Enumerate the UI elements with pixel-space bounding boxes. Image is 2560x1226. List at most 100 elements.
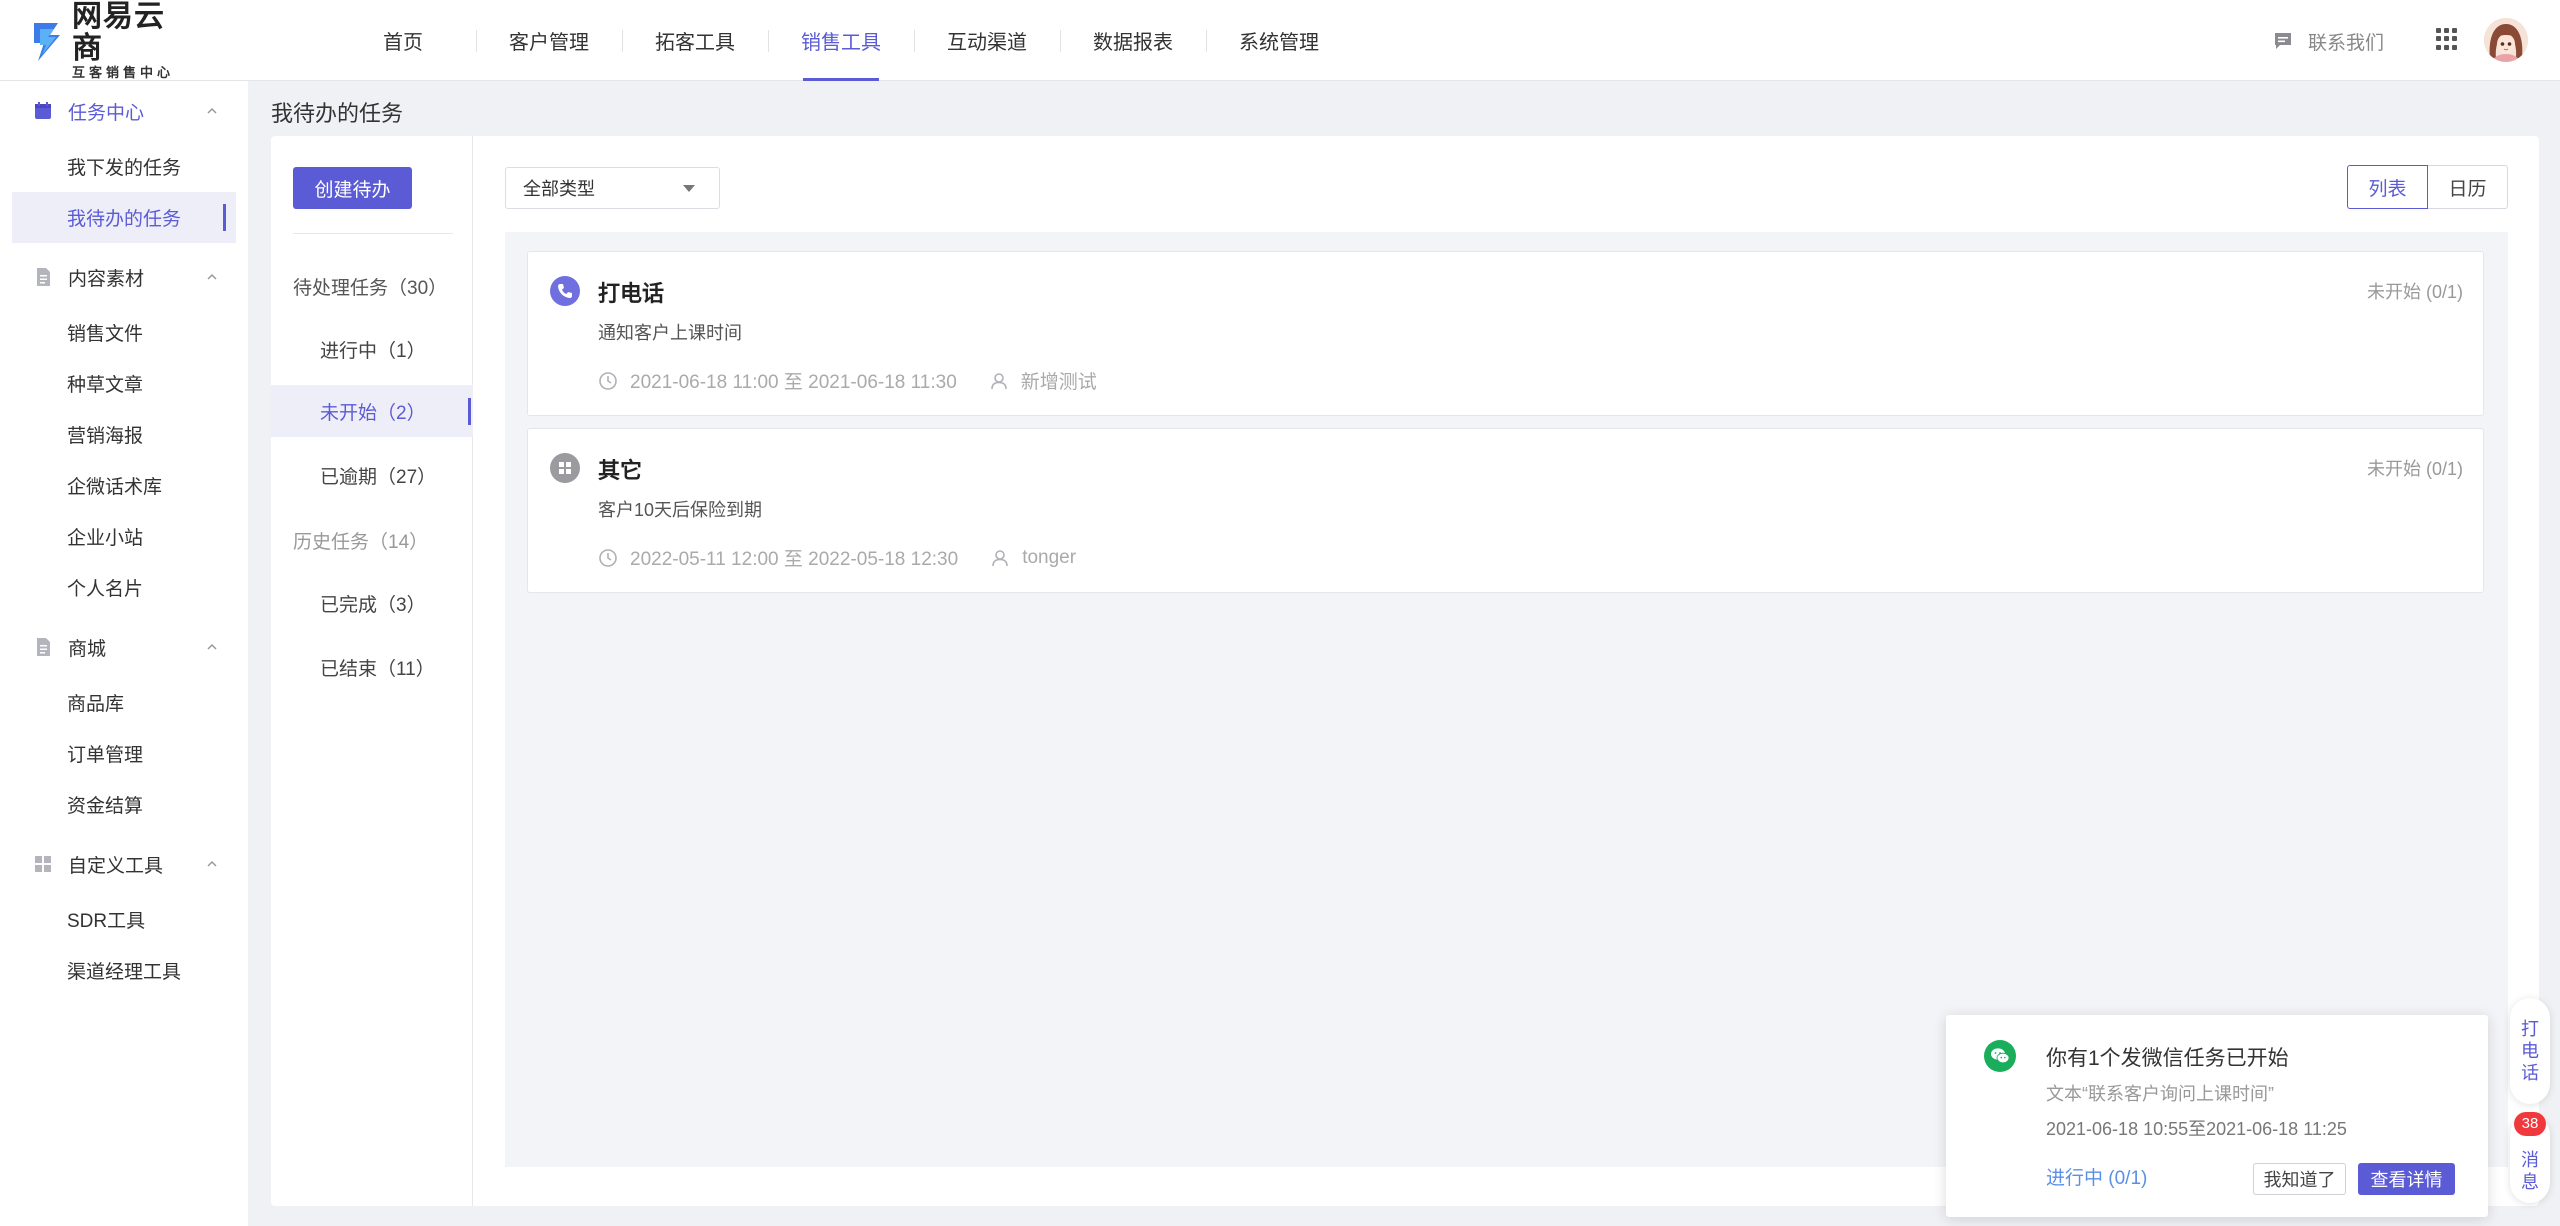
task-status: 未开始 (0/1) [2366,459,2463,479]
clock-icon [599,371,617,390]
page-title: 我待办的任务 [271,101,404,126]
sidebar-item-settlement[interactable]: 资金结算 [0,779,248,830]
nav-item-system[interactable]: 系统管理 [1206,0,1352,81]
task-type-select[interactable]: 全部类型 [505,167,720,209]
acknowledge-button[interactable]: 我知道了 [2253,1163,2346,1195]
sidebar-item-products[interactable]: 商品库 [0,677,248,728]
user-icon [992,549,1008,566]
phone-icon [550,276,580,306]
notification-title: 你有1个发微信任务已开始 [2046,1047,2289,1070]
sidebar-item-orders[interactable]: 订单管理 [0,728,248,779]
divider [293,233,453,234]
top-bar: 网易云商 互客销售中心 首页 客户管理 拓客工具 销售工具 互动渠道 数据报表 … [0,0,2560,81]
nav-item-home[interactable]: 首页 [330,0,476,81]
sidebar-item-posters[interactable]: 营销海报 [0,409,248,460]
task-filter-pane: 创建待办 待处理任务（30） 进行中（1） 未开始（2） 已逾期（27） 历史任… [271,136,473,1206]
task-meta: 2021-06-18 11:00 至 2021-06-18 11:30 新增测试 [598,367,1097,394]
grid-icon [35,856,51,872]
logo-mark-icon [30,17,66,65]
float-call-char: 电 [2521,1041,2539,1061]
sidebar-group-mall[interactable]: 商城 [0,617,248,677]
wechat-icon [1984,1040,2016,1072]
contact-us-link[interactable]: 联系我们 [2272,26,2384,56]
filter-not-started[interactable]: 未开始（2） [271,385,473,437]
filter-overdue[interactable]: 已逾期（27） [271,449,473,501]
sidebar-item-assigned-tasks[interactable]: 我下发的任务 [0,141,248,192]
task-owner: 新增测试 [1020,372,1097,393]
view-details-button[interactable]: 查看详情 [2358,1163,2455,1195]
float-call-char: 话 [2521,1063,2539,1083]
sidebar-group-label: 内容素材 [68,268,145,290]
contact-us-label: 联系我们 [2308,32,2385,54]
sidebar-group-label: 自定义工具 [68,855,164,877]
filter-completed[interactable]: 已完成（3） [271,577,473,629]
float-message-button[interactable]: 38 消 息 [2510,1112,2550,1203]
view-list-button[interactable]: 列表 [2347,165,2428,209]
notification-text: 文本“联系客户询问上课时间” [2046,1084,2274,1104]
sidebar-group-label: 商城 [68,638,107,660]
notification-progress-link[interactable]: 进行中 (0/1) [2046,1163,2147,1190]
task-description: 通知客户上课时间 [598,323,742,343]
apps-icon [550,453,580,483]
task-notification: 你有1个发微信任务已开始 文本“联系客户询问上课时间” 2021-06-18 1… [1946,1015,2488,1217]
sidebar-item-sales-files[interactable]: 销售文件 [0,307,248,358]
brand-logo[interactable]: 网易云商 互客销售中心 [30,1,190,80]
nav-item-prospecting[interactable]: 拓客工具 [622,0,768,81]
task-meta: 2022-05-11 12:00 至 2022-05-18 12:30 tong… [598,544,1076,571]
sidebar-item-scripts[interactable]: 企微话术库 [0,460,248,511]
float-msg-char: 消 [2521,1150,2539,1170]
chevron-up-icon [207,273,217,280]
task-title: 打电话 [598,281,665,306]
task-time: 2021-06-18 11:00 至 2021-06-18 11:30 [630,372,957,393]
filter-in-progress[interactable]: 进行中（1） [271,323,473,375]
sidebar-group-content[interactable]: 内容素材 [0,247,248,307]
nav-item-customers[interactable]: 客户管理 [476,0,622,81]
calendar-icon [35,102,51,119]
sidebar-item-business-card[interactable]: 个人名片 [0,562,248,613]
task-time: 2022-05-11 12:00 至 2022-05-18 12:30 [630,549,959,570]
float-msg-char: 息 [2521,1172,2539,1192]
pending-tasks-header[interactable]: 待处理任务（30） [293,273,447,300]
chevron-up-icon [207,107,217,114]
task-description: 客户10天后保险到期 [598,500,763,520]
chat-icon [2275,33,2291,49]
sidebar-item-microsite[interactable]: 企业小站 [0,511,248,562]
message-count-badge: 38 [2514,1112,2546,1136]
filter-ended[interactable]: 已结束（11） [271,641,473,693]
chevron-up-icon [207,860,217,867]
view-toggle: 列表 日历 [2347,165,2508,209]
sidebar: 任务中心 我下发的任务 我待办的任务 内容素材 销售文件 种草文章 营销海报 企… [0,81,248,1226]
apps-grid-icon[interactable] [2436,28,2458,50]
brand-name: 网易云商 [72,0,165,65]
task-status: 未开始 (0/1) [2366,282,2463,302]
float-call-button[interactable]: 打 电 话 [2510,998,2550,1104]
sidebar-item-channel-manager-tool[interactable]: 渠道经理工具 [0,945,248,996]
sidebar-item-my-todo[interactable]: 我待办的任务 [12,192,236,243]
task-type-value: 全部类型 [523,179,595,199]
task-title: 其它 [598,458,643,483]
task-card[interactable]: 打电话 未开始 (0/1) 通知客户上课时间 2021-06-18 11:00 … [527,251,2484,416]
sidebar-group-task-center[interactable]: 任务中心 [0,81,248,141]
sidebar-group-custom-tools[interactable]: 自定义工具 [0,834,248,894]
nav-item-sales-tools[interactable]: 销售工具 [768,0,914,81]
sidebar-item-sdr-tool[interactable]: SDR工具 [0,894,248,945]
user-icon [990,372,1007,389]
chevron-up-icon [207,643,217,650]
notification-time: 2021-06-18 10:55至2021-06-18 11:25 [2046,1119,2347,1139]
nav-item-channels[interactable]: 互动渠道 [914,0,1060,81]
create-todo-button[interactable]: 创建待办 [293,167,412,209]
nav-item-reports[interactable]: 数据报表 [1060,0,1206,81]
history-tasks-header[interactable]: 历史任务（14） [293,527,428,554]
document-icon [37,268,50,286]
clock-icon [599,548,617,567]
task-owner: tonger [1022,546,1077,568]
task-card[interactable]: 其它 未开始 (0/1) 客户10天后保险到期 2022-05-11 12:00… [527,428,2484,593]
float-call-char: 打 [2521,1019,2539,1039]
caret-down-icon [683,185,695,192]
brand-subtitle: 互客销售中心 [72,65,175,80]
view-calendar-button[interactable]: 日历 [2427,165,2508,209]
user-avatar[interactable] [2484,18,2528,62]
sidebar-item-articles[interactable]: 种草文章 [0,358,248,409]
document-icon [37,638,50,656]
sidebar-group-label: 任务中心 [68,102,145,124]
